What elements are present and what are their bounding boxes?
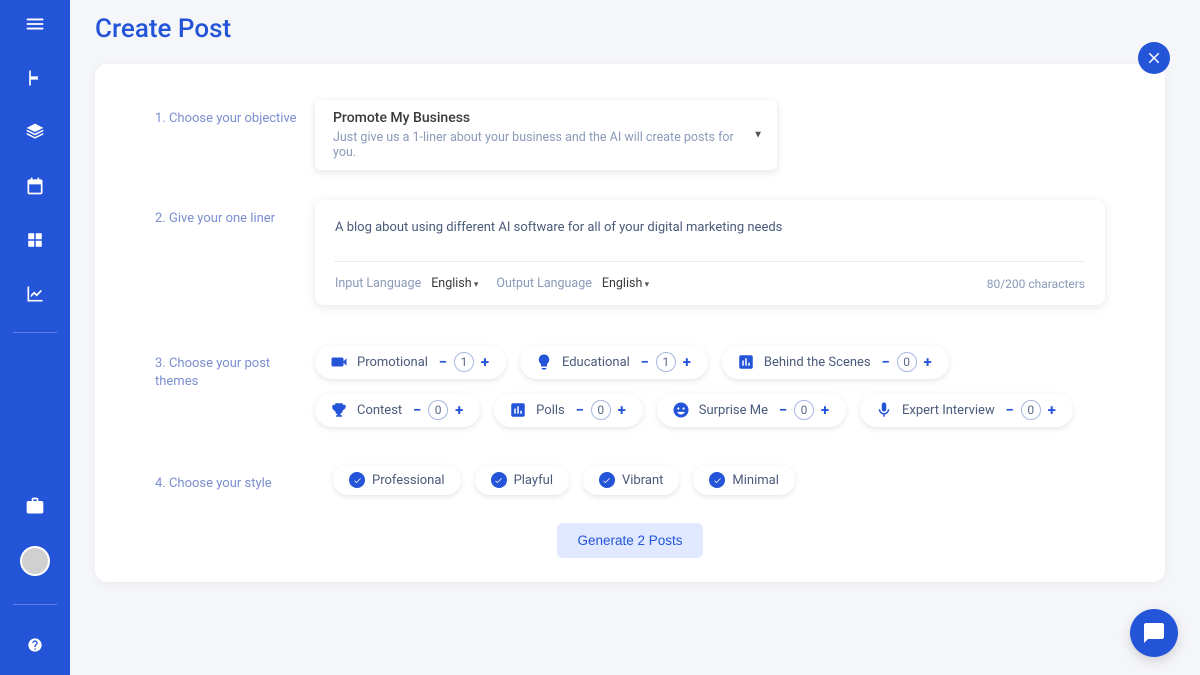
theme-count: 0 bbox=[897, 352, 917, 372]
generate-button[interactable]: Generate 2 Posts bbox=[557, 523, 702, 558]
theme-chip: Educational − 1 + bbox=[520, 345, 708, 379]
theme-count: 0 bbox=[428, 400, 448, 420]
chevron-down-icon: ▼ bbox=[753, 130, 763, 141]
check-icon bbox=[349, 472, 365, 488]
sidebar bbox=[0, 0, 70, 675]
grid-icon[interactable] bbox=[23, 228, 47, 252]
style-chip[interactable]: Vibrant bbox=[583, 465, 679, 495]
theme-plus-button[interactable]: + bbox=[452, 401, 466, 419]
check-icon bbox=[491, 472, 507, 488]
theme-minus-button[interactable]: − bbox=[776, 401, 790, 419]
style-chip[interactable]: Playful bbox=[475, 465, 569, 495]
theme-count: 0 bbox=[1021, 400, 1041, 420]
theme-chip: Surprise Me − 0 + bbox=[657, 393, 846, 427]
theme-icon bbox=[736, 352, 756, 372]
theme-minus-button[interactable]: − bbox=[1003, 401, 1017, 419]
theme-minus-button[interactable]: − bbox=[410, 401, 424, 419]
oneliner-box: A blog about using different AI software… bbox=[315, 200, 1105, 305]
chart-icon[interactable] bbox=[23, 282, 47, 306]
style-label: Minimal bbox=[732, 473, 778, 488]
step4-label: 4. Choose your style bbox=[155, 465, 315, 495]
theme-plus-button[interactable]: + bbox=[478, 353, 492, 371]
theme-minus-button[interactable]: − bbox=[638, 353, 652, 371]
theme-label: Promotional bbox=[357, 355, 428, 370]
help-icon[interactable] bbox=[23, 633, 47, 657]
theme-count: 0 bbox=[794, 400, 814, 420]
check-icon bbox=[599, 472, 615, 488]
theme-label: Expert Interview bbox=[902, 403, 995, 418]
avatar[interactable] bbox=[20, 546, 50, 576]
create-post-card: 1. Choose your objective Promote My Busi… bbox=[95, 64, 1165, 582]
theme-plus-button[interactable]: + bbox=[1045, 401, 1059, 419]
check-icon bbox=[709, 472, 725, 488]
theme-icon bbox=[671, 400, 691, 420]
theme-icon bbox=[874, 400, 894, 420]
theme-plus-button[interactable]: + bbox=[818, 401, 832, 419]
theme-chip: Polls − 0 + bbox=[494, 393, 643, 427]
style-label: Vibrant bbox=[622, 473, 663, 488]
output-lang-dropdown[interactable]: English bbox=[602, 276, 649, 291]
page-title: Create Post bbox=[95, 14, 231, 44]
step1-label: 1. Choose your objective bbox=[155, 100, 315, 170]
style-chip[interactable]: Professional bbox=[333, 465, 461, 495]
input-lang-label: Input Language bbox=[335, 276, 421, 291]
objective-title: Promote My Business bbox=[333, 110, 741, 126]
menu-icon[interactable] bbox=[23, 12, 47, 36]
style-chip[interactable]: Minimal bbox=[693, 465, 794, 495]
theme-label: Contest bbox=[357, 403, 402, 418]
theme-label: Surprise Me bbox=[699, 403, 768, 418]
output-lang-label: Output Language bbox=[496, 276, 591, 291]
objective-dropdown[interactable]: Promote My Business Just give us a 1-lin… bbox=[315, 100, 777, 170]
theme-label: Behind the Scenes bbox=[764, 355, 871, 370]
theme-plus-button[interactable]: + bbox=[680, 353, 694, 371]
flag-icon[interactable] bbox=[23, 66, 47, 90]
themes-container: Promotional − 1 + Educational − 1 + Behi… bbox=[315, 345, 1105, 427]
char-count: 80/200 characters bbox=[987, 277, 1085, 291]
objective-subtitle: Just give us a 1-liner about your busine… bbox=[333, 130, 741, 160]
theme-plus-button[interactable]: + bbox=[615, 401, 629, 419]
step2-label: 2. Give your one liner bbox=[155, 200, 315, 305]
calendar-icon[interactable] bbox=[23, 174, 47, 198]
step3-label: 3. Choose your post themes bbox=[155, 345, 315, 427]
theme-label: Educational bbox=[562, 355, 630, 370]
theme-chip: Behind the Scenes − 0 + bbox=[722, 345, 949, 379]
input-lang-dropdown[interactable]: English bbox=[431, 276, 478, 291]
layers-icon[interactable] bbox=[23, 120, 47, 144]
theme-icon bbox=[508, 400, 528, 420]
theme-chip: Promotional − 1 + bbox=[315, 345, 506, 379]
briefcase-icon[interactable] bbox=[23, 494, 47, 518]
theme-icon bbox=[329, 400, 349, 420]
theme-icon bbox=[534, 352, 554, 372]
theme-minus-button[interactable]: − bbox=[436, 353, 450, 371]
theme-count: 0 bbox=[591, 400, 611, 420]
styles-container: Professional Playful Vibrant Minimal bbox=[333, 465, 795, 495]
style-label: Playful bbox=[514, 473, 553, 488]
theme-count: 1 bbox=[454, 352, 474, 372]
theme-chip: Expert Interview − 0 + bbox=[860, 393, 1073, 427]
theme-count: 1 bbox=[656, 352, 676, 372]
theme-plus-button[interactable]: + bbox=[921, 353, 935, 371]
theme-minus-button[interactable]: − bbox=[573, 401, 587, 419]
theme-icon bbox=[329, 352, 349, 372]
oneliner-input[interactable]: A blog about using different AI software… bbox=[335, 220, 1085, 262]
theme-label: Polls bbox=[536, 403, 565, 418]
theme-chip: Contest − 0 + bbox=[315, 393, 480, 427]
theme-minus-button[interactable]: − bbox=[879, 353, 893, 371]
close-button[interactable] bbox=[1138, 42, 1170, 74]
chat-button[interactable] bbox=[1130, 609, 1178, 657]
style-label: Professional bbox=[372, 473, 445, 488]
